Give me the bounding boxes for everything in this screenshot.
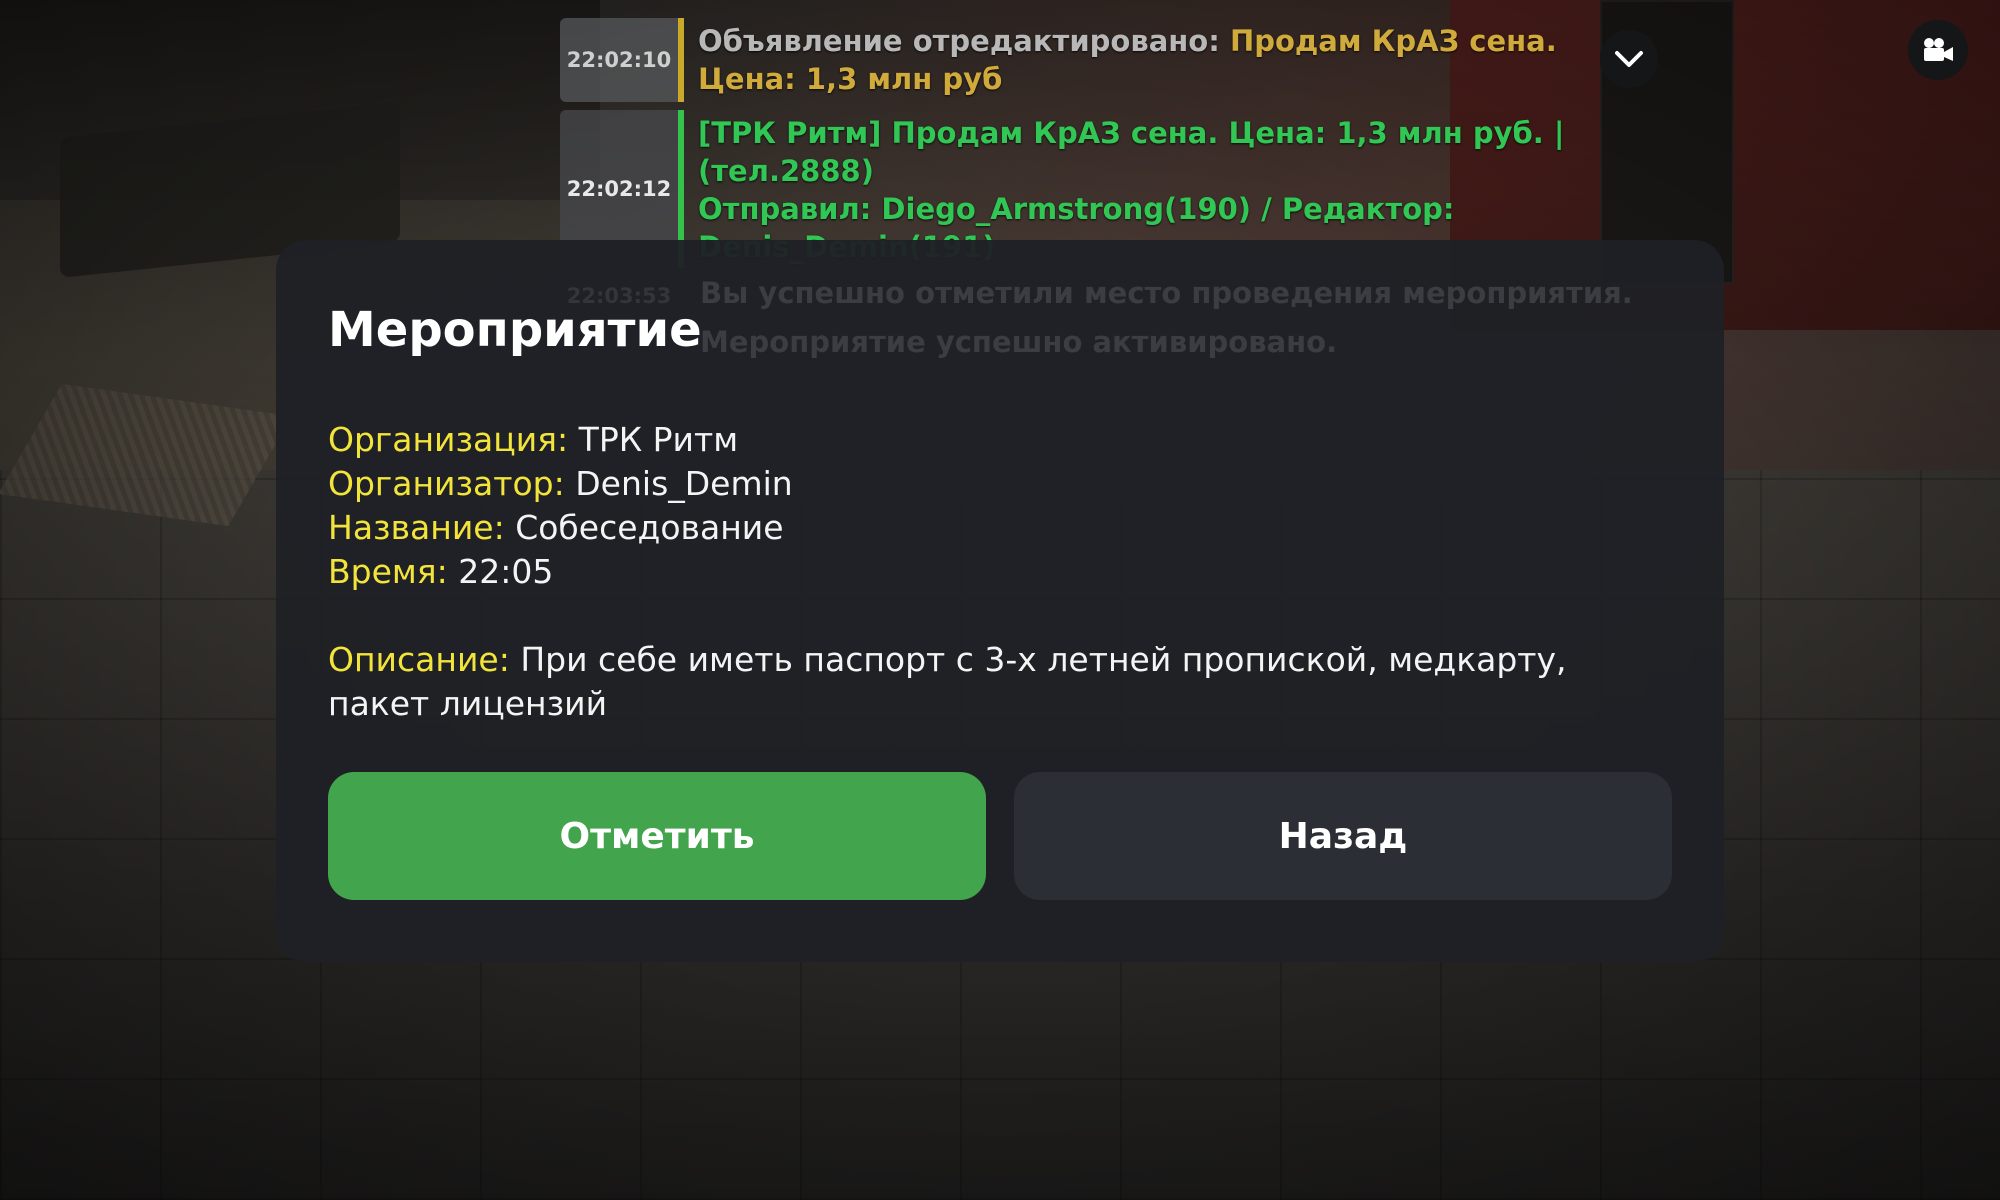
description-value: При себе иметь паспорт с 3-х летней проп…	[328, 640, 1567, 723]
dialog-actions: Отметить Назад	[328, 772, 1672, 900]
chat-message-label: Объявление отредактировано:	[698, 24, 1220, 58]
back-button[interactable]: Назад	[1014, 772, 1672, 900]
video-camera-icon	[1924, 38, 1953, 61]
chat-line: (тел.2888)	[698, 154, 874, 188]
organizer-label: Организатор:	[328, 464, 565, 503]
organization-label: Организация:	[328, 420, 569, 459]
event-time-value: 22:05	[458, 552, 554, 591]
chat-message-text: Объявление отредактировано: Продам КрАЗ …	[684, 18, 1610, 102]
chevron-down-icon	[1615, 51, 1643, 67]
organization-value: ТРК Ритм	[578, 420, 739, 459]
chat-feed: 22:02:10 Объявление отредактировано: Про…	[560, 18, 1610, 276]
organizer-value: Denis_Demin	[575, 464, 793, 503]
event-info: Организация: ТРК Ритм Организатор: Denis…	[328, 418, 1672, 726]
event-dialog: 22:03:53 Вы успешно отметили место провед…	[276, 240, 1724, 962]
description-label: Описание:	[328, 640, 510, 679]
mark-button[interactable]: Отметить	[328, 772, 986, 900]
chat-collapse-button[interactable]	[1600, 30, 1658, 88]
camera-button[interactable]	[1908, 20, 1968, 80]
event-name-value: Собеседование	[515, 508, 784, 547]
organization-row: Организация: ТРК Ритм	[328, 418, 1672, 462]
description-row: Описание: При себе иметь паспорт с 3-х л…	[328, 638, 1672, 726]
dialog-title: Мероприятие	[328, 302, 702, 358]
event-name-label: Название:	[328, 508, 505, 547]
chat-line: Отправил: Diego_Armstrong(190) / Редакто…	[698, 192, 1455, 226]
chat-message: 22:02:10 Объявление отредактировано: Про…	[560, 18, 1610, 102]
chat-timestamp: 22:02:10	[560, 18, 678, 102]
event-time-label: Время:	[328, 552, 448, 591]
chat-line: [ТРК Ритм] Продам КрАЗ сена. Цена: 1,3 м…	[698, 116, 1565, 150]
event-time-row: Время: 22:05	[328, 550, 1672, 594]
organizer-row: Организатор: Denis_Demin	[328, 462, 1672, 506]
event-name-row: Название: Собеседование	[328, 506, 1672, 550]
